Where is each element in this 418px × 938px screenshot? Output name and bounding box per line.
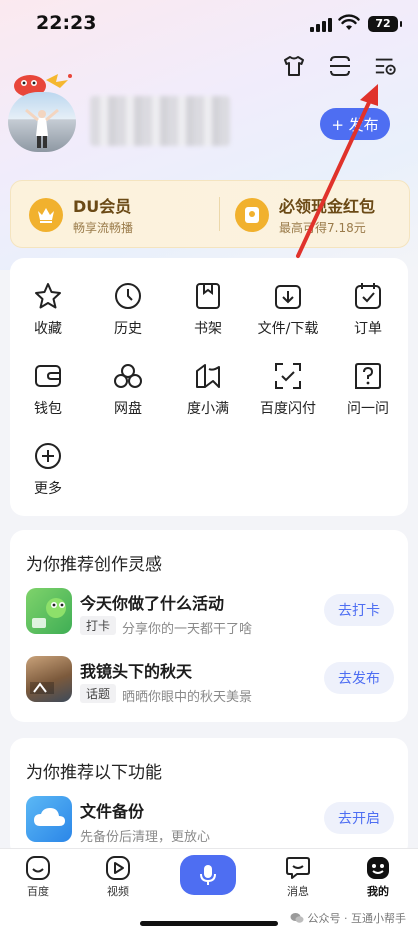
question-icon: [350, 358, 386, 394]
list-item[interactable]: 文件备份 先备份后清理，更放心 去开启: [26, 796, 396, 848]
service-label: 书架: [194, 321, 222, 337]
microphone-icon: [200, 865, 216, 885]
item-tag: 打卡: [80, 616, 117, 635]
service-label: 问一问: [347, 401, 389, 417]
service-history[interactable]: 历史: [90, 278, 166, 338]
publish-button[interactable]: + 发布: [320, 108, 390, 140]
order-icon: [350, 278, 386, 314]
redpacket-title: 必领现金红包: [279, 197, 376, 216]
publish-topic-button[interactable]: 去发布: [324, 662, 394, 694]
divider: [219, 197, 220, 231]
service-wallet[interactable]: 钱包: [10, 358, 86, 418]
feature-card: 为你推荐以下功能 文件备份 先备份后清理，更放心 去开启: [10, 738, 408, 858]
username-blurred: [90, 96, 230, 146]
item-desc: 先备份后清理，更放心: [80, 830, 211, 845]
watermark: 公众号 · 互通小帮手: [290, 910, 407, 926]
service-label: 百度闪付: [260, 401, 316, 417]
status-time: 22:23: [36, 12, 97, 34]
redpacket-subtitle: 最高可得7.18元: [279, 221, 366, 235]
list-item[interactable]: 今天你做了什么活动 打卡 分享你的一天都干了啥 去打卡: [26, 588, 396, 640]
wallet-icon: [30, 358, 66, 394]
service-label: 更多: [34, 481, 62, 497]
item-title: 我镜头下的秋天: [80, 662, 193, 681]
du-vip-entry[interactable]: DU会员 畅享流畅播: [29, 193, 133, 236]
duxiaoman-icon: [190, 358, 226, 394]
message-icon: [285, 855, 311, 881]
battery-indicator: 72: [368, 16, 402, 32]
wechat-icon: [290, 913, 303, 923]
service-scan-pay[interactable]: 百度闪付: [250, 358, 326, 418]
feature-title: 为你推荐以下功能: [26, 763, 162, 783]
status-bar: 22:23 72: [0, 10, 418, 38]
star-icon: [30, 278, 66, 314]
item-title: 文件备份: [80, 802, 145, 821]
clock-icon: [110, 278, 146, 314]
enable-backup-button[interactable]: 去开启: [324, 802, 394, 834]
service-downloads[interactable]: 文件/下载: [250, 278, 326, 338]
home-indicator: [140, 921, 278, 926]
service-label: 文件/下载: [257, 321, 319, 337]
header-actions: [282, 54, 398, 78]
service-label: 订单: [354, 321, 382, 337]
list-item[interactable]: 我镜头下的秋天 话题 晒晒你眼中的秋天美景 去发布: [26, 656, 396, 708]
item-desc: 晒晒你眼中的秋天美景: [122, 690, 253, 705]
scan-pay-icon: [270, 358, 306, 394]
crown-icon: [29, 197, 63, 232]
tab-label: 百度: [27, 885, 49, 898]
service-orders[interactable]: 订单: [330, 278, 406, 338]
service-bookshelf[interactable]: 书架: [170, 278, 246, 338]
service-label: 钱包: [34, 401, 62, 417]
service-label: 度小满: [187, 401, 229, 417]
avatar[interactable]: [8, 92, 76, 152]
service-more[interactable]: 更多: [10, 438, 86, 498]
tab-mine[interactable]: 我的: [348, 855, 408, 899]
cloud-backup-icon: [26, 796, 72, 842]
tshirt-icon[interactable]: [282, 54, 306, 78]
cloud-drive-icon: [110, 358, 146, 394]
video-icon: [105, 855, 131, 881]
inspiration-title: 为你推荐创作灵感: [26, 555, 162, 575]
services-grid: 收藏 历史 书架 文件/下载 订单 钱包 网盘 度小满 百度闪付 问一问 更多: [10, 258, 408, 516]
autumn-thumbnail: [26, 656, 72, 702]
service-label: 历史: [114, 321, 142, 337]
settings-menu-icon[interactable]: [374, 54, 398, 78]
inspiration-card: 为你推荐创作灵感 今天你做了什么活动 打卡 分享你的一天都干了啥 去打卡 我镜头…: [10, 530, 408, 722]
profile-icon: [365, 855, 391, 881]
tab-label: 我的: [367, 885, 389, 898]
frog-thumbnail: [26, 588, 72, 634]
bookshelf-icon: [190, 278, 226, 314]
download-icon: [270, 278, 306, 314]
plus-circle-icon: [30, 438, 66, 474]
vip-title: DU会员: [73, 197, 132, 216]
service-ask[interactable]: 问一问: [330, 358, 406, 418]
vip-promo-card: DU会员 畅享流畅播 必领现金红包 最高可得7.18元: [10, 180, 410, 248]
item-desc: 分享你的一天都干了啥: [122, 622, 253, 637]
tab-label: 视频: [107, 885, 129, 898]
checkin-button[interactable]: 去打卡: [324, 594, 394, 626]
baidu-icon: [25, 855, 51, 881]
item-tag: 话题: [80, 684, 117, 703]
wifi-icon: [338, 14, 360, 36]
tab-label: 消息: [287, 885, 309, 898]
voice-search-button[interactable]: [180, 855, 236, 895]
service-label: 收藏: [34, 321, 62, 337]
service-label: 网盘: [114, 401, 142, 417]
item-title: 今天你做了什么活动: [80, 594, 225, 613]
tab-messages[interactable]: 消息: [268, 855, 328, 899]
service-netdisk[interactable]: 网盘: [90, 358, 166, 418]
signal-icon: [310, 18, 332, 32]
scan-icon[interactable]: [328, 54, 352, 78]
service-duxiaoman[interactable]: 度小满: [170, 358, 246, 418]
vip-subtitle: 畅享流畅播: [73, 221, 134, 235]
cash-redpacket-entry[interactable]: 必领现金红包 最高可得7.18元: [235, 193, 375, 236]
tab-baidu[interactable]: 百度: [8, 855, 68, 899]
service-favorites[interactable]: 收藏: [10, 278, 86, 338]
watermark-text: 公众号 · 互通小帮手: [307, 912, 407, 925]
tab-video[interactable]: 视频: [88, 855, 148, 899]
redpacket-icon: [235, 197, 269, 232]
